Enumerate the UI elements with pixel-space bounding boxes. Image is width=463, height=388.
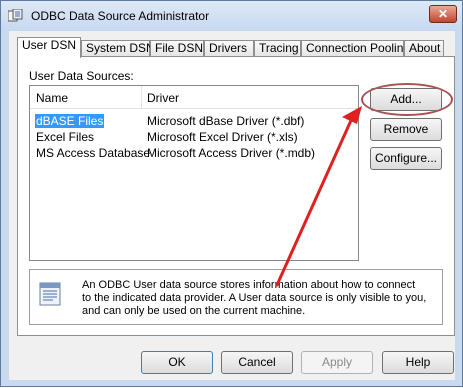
data-source-driver: Microsoft Excel Driver (*.xls) <box>147 130 298 144</box>
close-button[interactable]: ✕ <box>429 5 457 23</box>
tab-label: Drivers <box>209 41 247 55</box>
odbc-app-icon <box>8 9 23 22</box>
annotation-highlight-ring <box>361 83 453 116</box>
tab-file-dsn[interactable]: File DSN <box>150 40 204 56</box>
user-data-sources-label: User Data Sources: <box>29 69 134 83</box>
tab-label: Tracing <box>259 41 299 55</box>
info-box: An ODBC User data source stores informat… <box>29 269 443 325</box>
button-label: Remove <box>383 122 429 136</box>
tab-about[interactable]: About <box>404 40 444 56</box>
info-text: An ODBC User data source stores informat… <box>82 279 427 317</box>
data-source-info-icon <box>39 282 61 306</box>
window-title: ODBC Data Source Administrator <box>31 9 210 23</box>
list-item[interactable]: dBASE Files Microsoft dBase Driver (*.db… <box>30 113 364 129</box>
list-item[interactable]: MS Access Database Microsoft Access Driv… <box>30 145 364 161</box>
tab-connection-pooling[interactable]: Connection Pooling <box>301 40 410 56</box>
button-label: OK <box>168 355 186 369</box>
button-label: Cancel <box>238 355 276 369</box>
help-button[interactable]: Help <box>382 351 454 374</box>
column-divider[interactable] <box>141 86 142 108</box>
ok-button[interactable]: OK <box>141 351 213 374</box>
tab-label: System DSN <box>86 41 155 55</box>
tab-user-dsn[interactable]: User DSN <box>17 37 81 58</box>
data-source-name: Excel Files <box>36 130 95 144</box>
apply-button: Apply <box>301 351 373 374</box>
button-label: Configure... <box>374 151 438 165</box>
list-header: Name Driver <box>30 86 358 109</box>
user-data-sources-list[interactable]: Name Driver dBASE Files Microsoft dBase … <box>29 85 359 261</box>
data-source-name: MS Access Database <box>36 146 151 160</box>
title-bar[interactable]: ODBC Data Source Administrator ✕ <box>1 1 462 31</box>
tab-system-dsn[interactable]: System DSN <box>81 40 155 56</box>
remove-button[interactable]: Remove <box>370 118 442 141</box>
tab-label: Connection Pooling <box>306 41 411 55</box>
data-source-driver: Microsoft Access Driver (*.mdb) <box>147 146 316 160</box>
column-header-name[interactable]: Name <box>36 91 68 105</box>
close-icon: ✕ <box>437 7 449 21</box>
configure-button[interactable]: Configure... <box>370 147 442 170</box>
tab-label: About <box>409 41 441 55</box>
data-source-name: dBASE Files <box>35 114 105 128</box>
tab-tracing[interactable]: Tracing <box>254 40 301 56</box>
odbc-window: ODBC Data Source Administrator ✕ User DS… <box>0 0 463 387</box>
tab-drivers[interactable]: Drivers <box>204 40 254 56</box>
tab-label: File DSN <box>155 41 204 55</box>
tab-label: User DSN <box>22 38 77 52</box>
cancel-button[interactable]: Cancel <box>221 351 293 374</box>
button-label: Apply <box>321 355 353 369</box>
column-header-driver[interactable]: Driver <box>147 91 179 105</box>
button-label: Help <box>405 355 431 369</box>
data-source-driver: Microsoft dBase Driver (*.dbf) <box>147 114 305 128</box>
list-item[interactable]: Excel Files Microsoft Excel Driver (*.xl… <box>30 129 364 145</box>
